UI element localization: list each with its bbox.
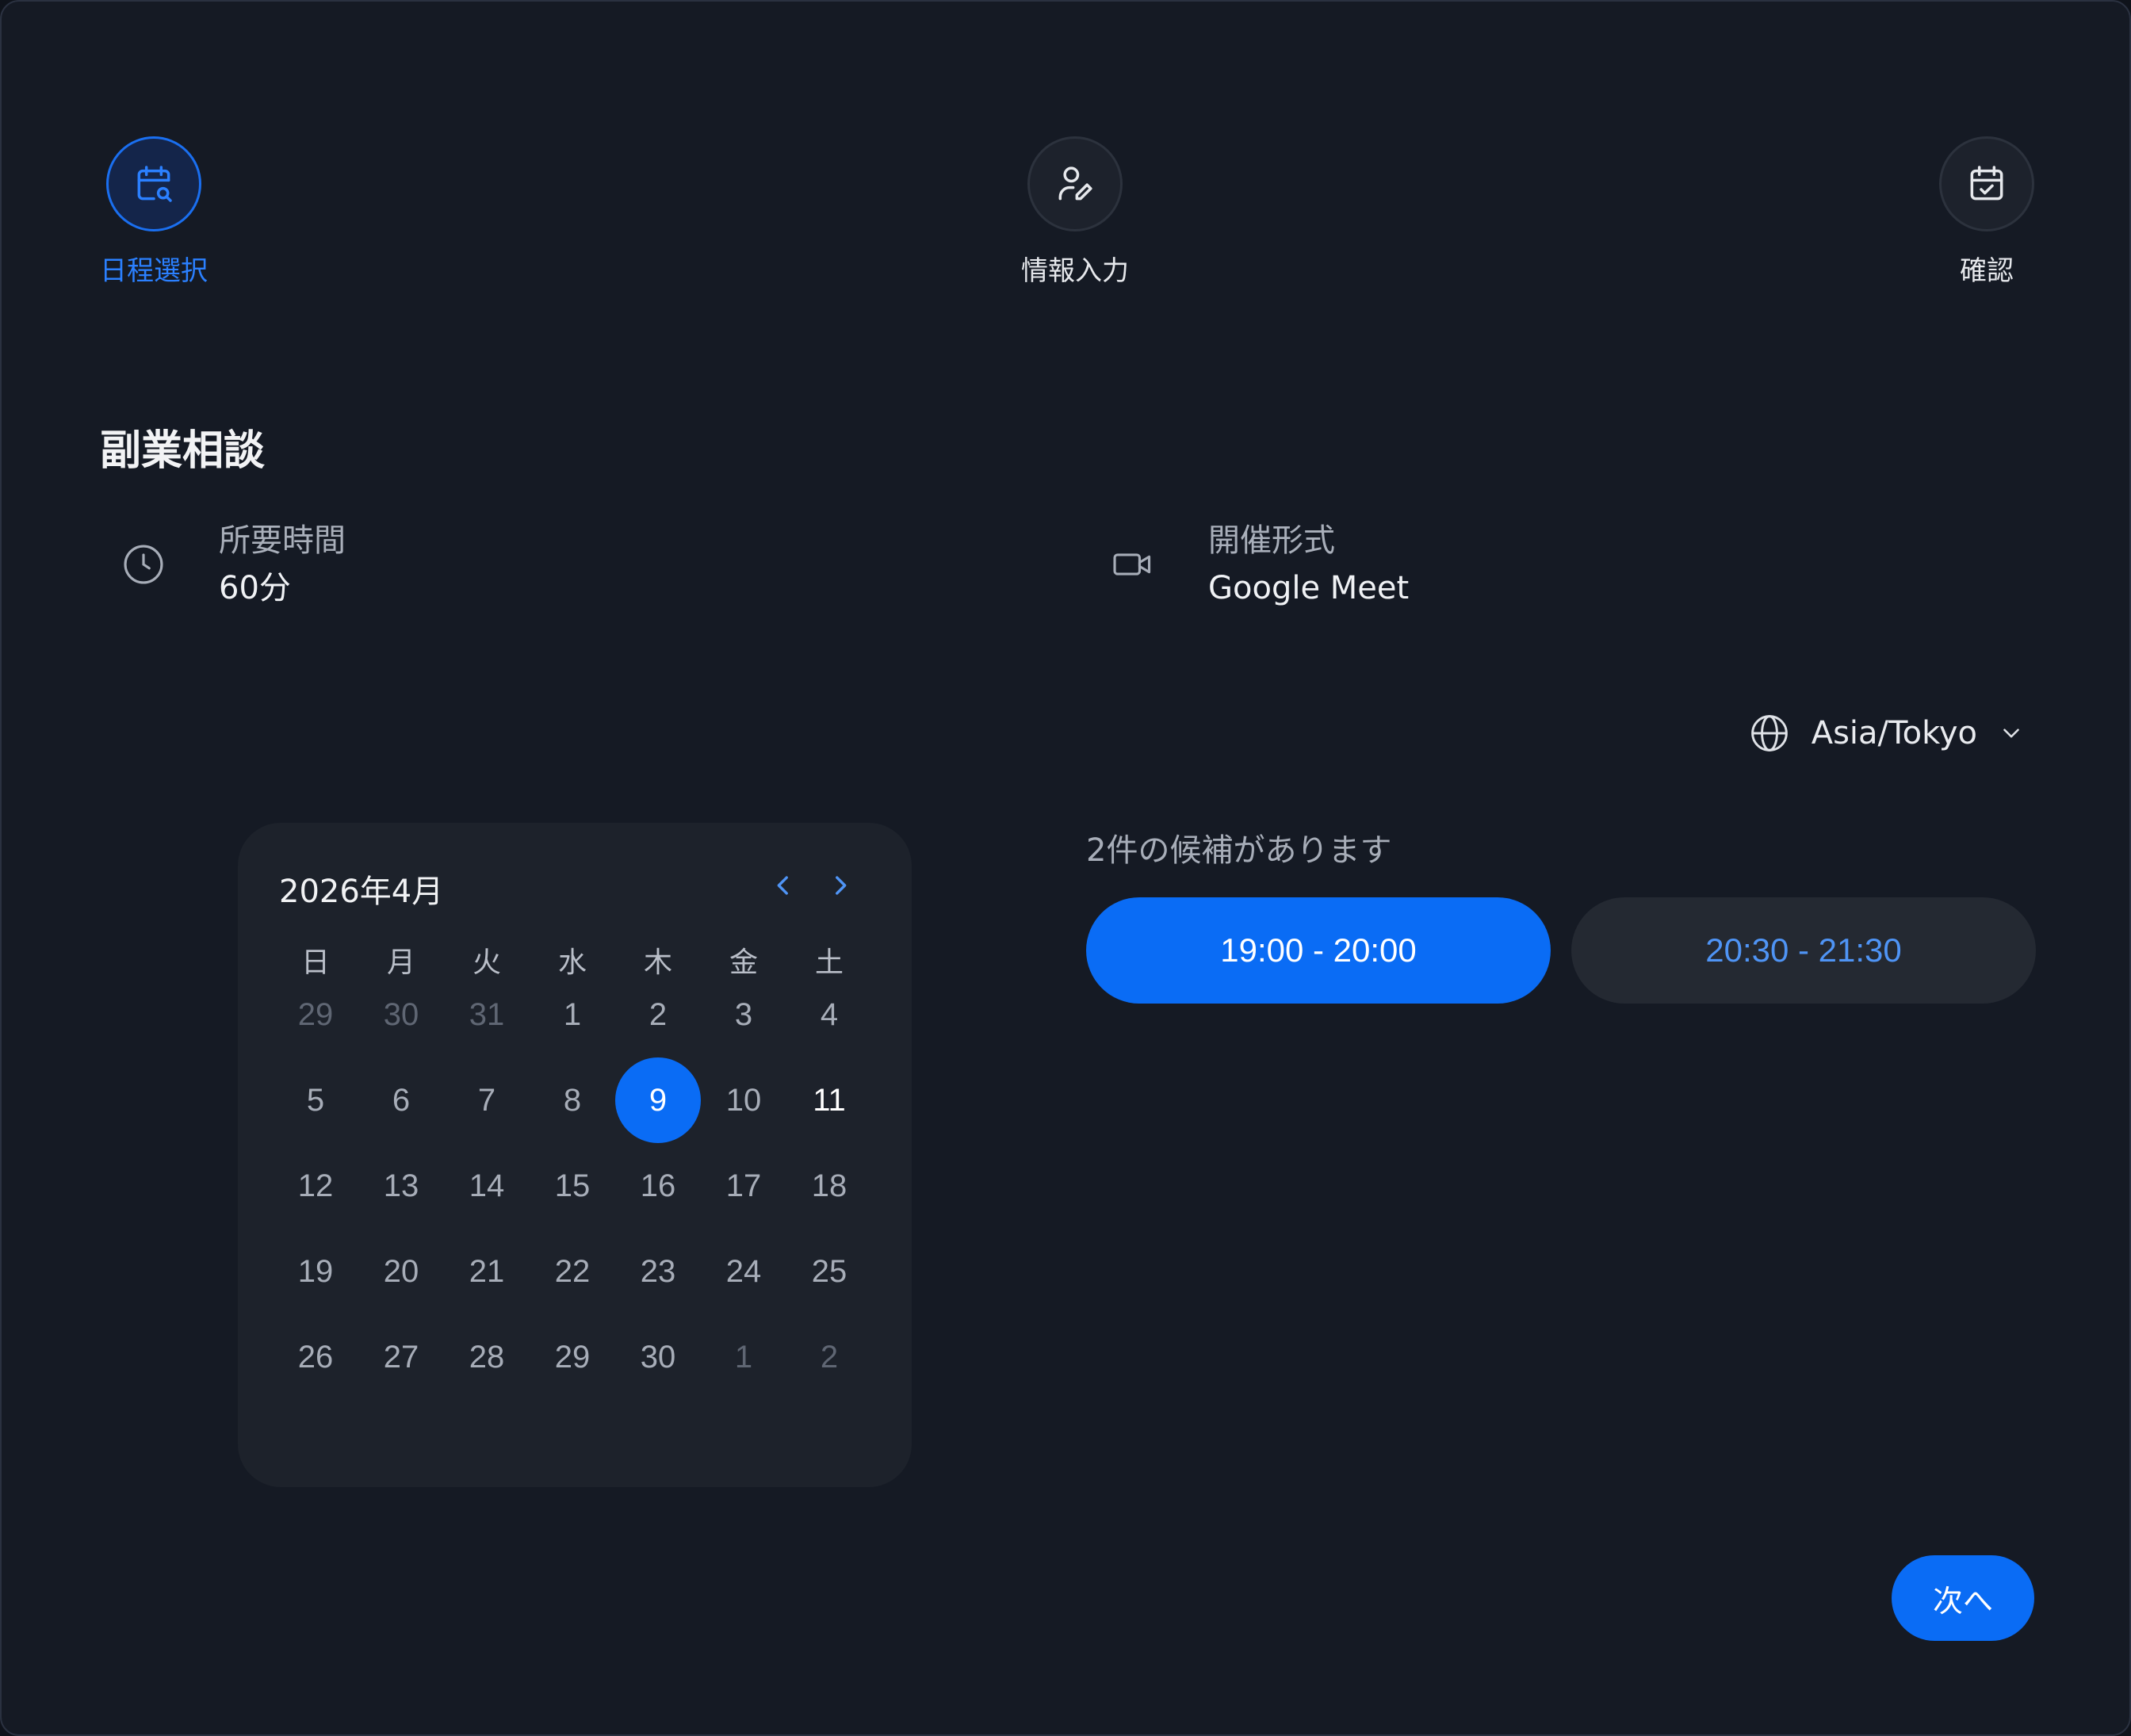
step-label: 日程選択 (100, 255, 208, 287)
calendar-day[interactable]: 14 (444, 1143, 530, 1229)
slot-count-text: 2件の候補があります (1086, 832, 1392, 869)
calendar-day[interactable]: 5 (273, 1057, 358, 1143)
calendar-day[interactable]: 1 (530, 972, 615, 1057)
calendar-day[interactable]: 30 (615, 1314, 701, 1400)
globe-icon (1750, 715, 1788, 751)
step-label: 情報入力 (1021, 255, 1129, 287)
step-confirm[interactable]: 確認 (1939, 136, 2034, 288)
time-slot-button[interactable]: 19:00 - 20:00 (1086, 897, 1551, 1004)
booking-window: 日程選択 情報入力 確認 副業相談 所要時間 60分 開催形式 Google M… (0, 0, 2131, 1736)
page-title: 副業相談 (100, 427, 266, 475)
calendar-check-icon (1970, 166, 2003, 201)
calendar-day[interactable]: 2 (615, 972, 701, 1057)
calendar-day: 30 (383, 996, 419, 1032)
format-info: 開催形式 Google Meet (1110, 517, 1409, 612)
calendar-day[interactable]: 20 (358, 1229, 444, 1314)
calendar-day[interactable]: 7 (444, 1057, 530, 1143)
calendar-day[interactable]: 17 (701, 1143, 786, 1229)
calendar-day[interactable]: 16 (615, 1143, 701, 1229)
video-camera-icon (1113, 553, 1151, 575)
calendar-day: 1 (734, 1339, 753, 1375)
calendar-day-selected[interactable]: 9 (615, 1057, 701, 1143)
step-label: 確認 (1960, 255, 2014, 287)
timezone-value: Asia/Tokyo (1811, 715, 1977, 751)
step-circle (1939, 136, 2034, 231)
duration-info: 所要時間 60分 (121, 517, 346, 612)
duration-label: 所要時間 (219, 522, 346, 559)
calendar-day: 29 (297, 996, 334, 1032)
calendar-day[interactable]: 23 (615, 1229, 701, 1314)
format-value: Google Meet (1208, 570, 1410, 606)
duration-value: 60分 (219, 570, 291, 606)
calendar-day[interactable]: 3 (701, 972, 786, 1057)
calendar-search-icon (137, 166, 172, 202)
calendar-day[interactable]: 10 (701, 1057, 786, 1143)
calendar-day[interactable]: 21 (444, 1229, 530, 1314)
calendar-grid: 日月火水木金土 29 30 31 1 2 3 4 5 6 7 8 9 10 11 12 13 14 15 16 17 18… (238, 823, 912, 1487)
time-slot-button[interactable]: 20:30 - 21:30 (1571, 897, 2036, 1004)
calendar-day[interactable]: 13 (358, 1143, 444, 1229)
calendar-day[interactable]: 24 (701, 1229, 786, 1314)
calendar-day[interactable]: 11 (786, 1057, 872, 1143)
timezone-select[interactable]: Asia/Tokyo (1748, 712, 2025, 755)
calendar-day[interactable]: 27 (358, 1314, 444, 1400)
calendar-day[interactable]: 4 (786, 972, 872, 1057)
calendar-day[interactable]: 26 (273, 1314, 358, 1400)
calendar-day[interactable]: 8 (530, 1057, 615, 1143)
chevron-down-icon (2003, 728, 2019, 738)
step-circle (106, 136, 201, 231)
user-edit-icon (1058, 166, 1092, 201)
calendar-day: 31 (469, 996, 505, 1032)
calendar-day[interactable]: 29 (530, 1314, 615, 1400)
calendar-day[interactable]: 22 (530, 1229, 615, 1314)
calendar-day[interactable]: 28 (444, 1314, 530, 1400)
format-label: 開催形式 (1208, 522, 1335, 559)
calendar-day[interactable]: 6 (358, 1057, 444, 1143)
calendar-day[interactable]: 19 (273, 1229, 358, 1314)
step-date-select[interactable]: 日程選択 (100, 136, 208, 288)
calendar-day[interactable]: 12 (273, 1143, 358, 1229)
calendar-day[interactable]: 18 (786, 1143, 872, 1229)
calendar-day[interactable]: 25 (786, 1229, 872, 1314)
calendar-day[interactable]: 15 (530, 1143, 615, 1229)
step-circle (1027, 136, 1123, 231)
step-info-input[interactable]: 情報入力 (1021, 136, 1129, 288)
calendar-day: 2 (820, 1339, 839, 1375)
clock-icon (124, 545, 163, 584)
next-button[interactable]: 次へ (1892, 1555, 2034, 1641)
calendar: 2026年4月 日月火水木金土 29 30 31 1 2 3 4 5 6 7 8 9 10 11 12 13 14… (238, 823, 912, 1487)
